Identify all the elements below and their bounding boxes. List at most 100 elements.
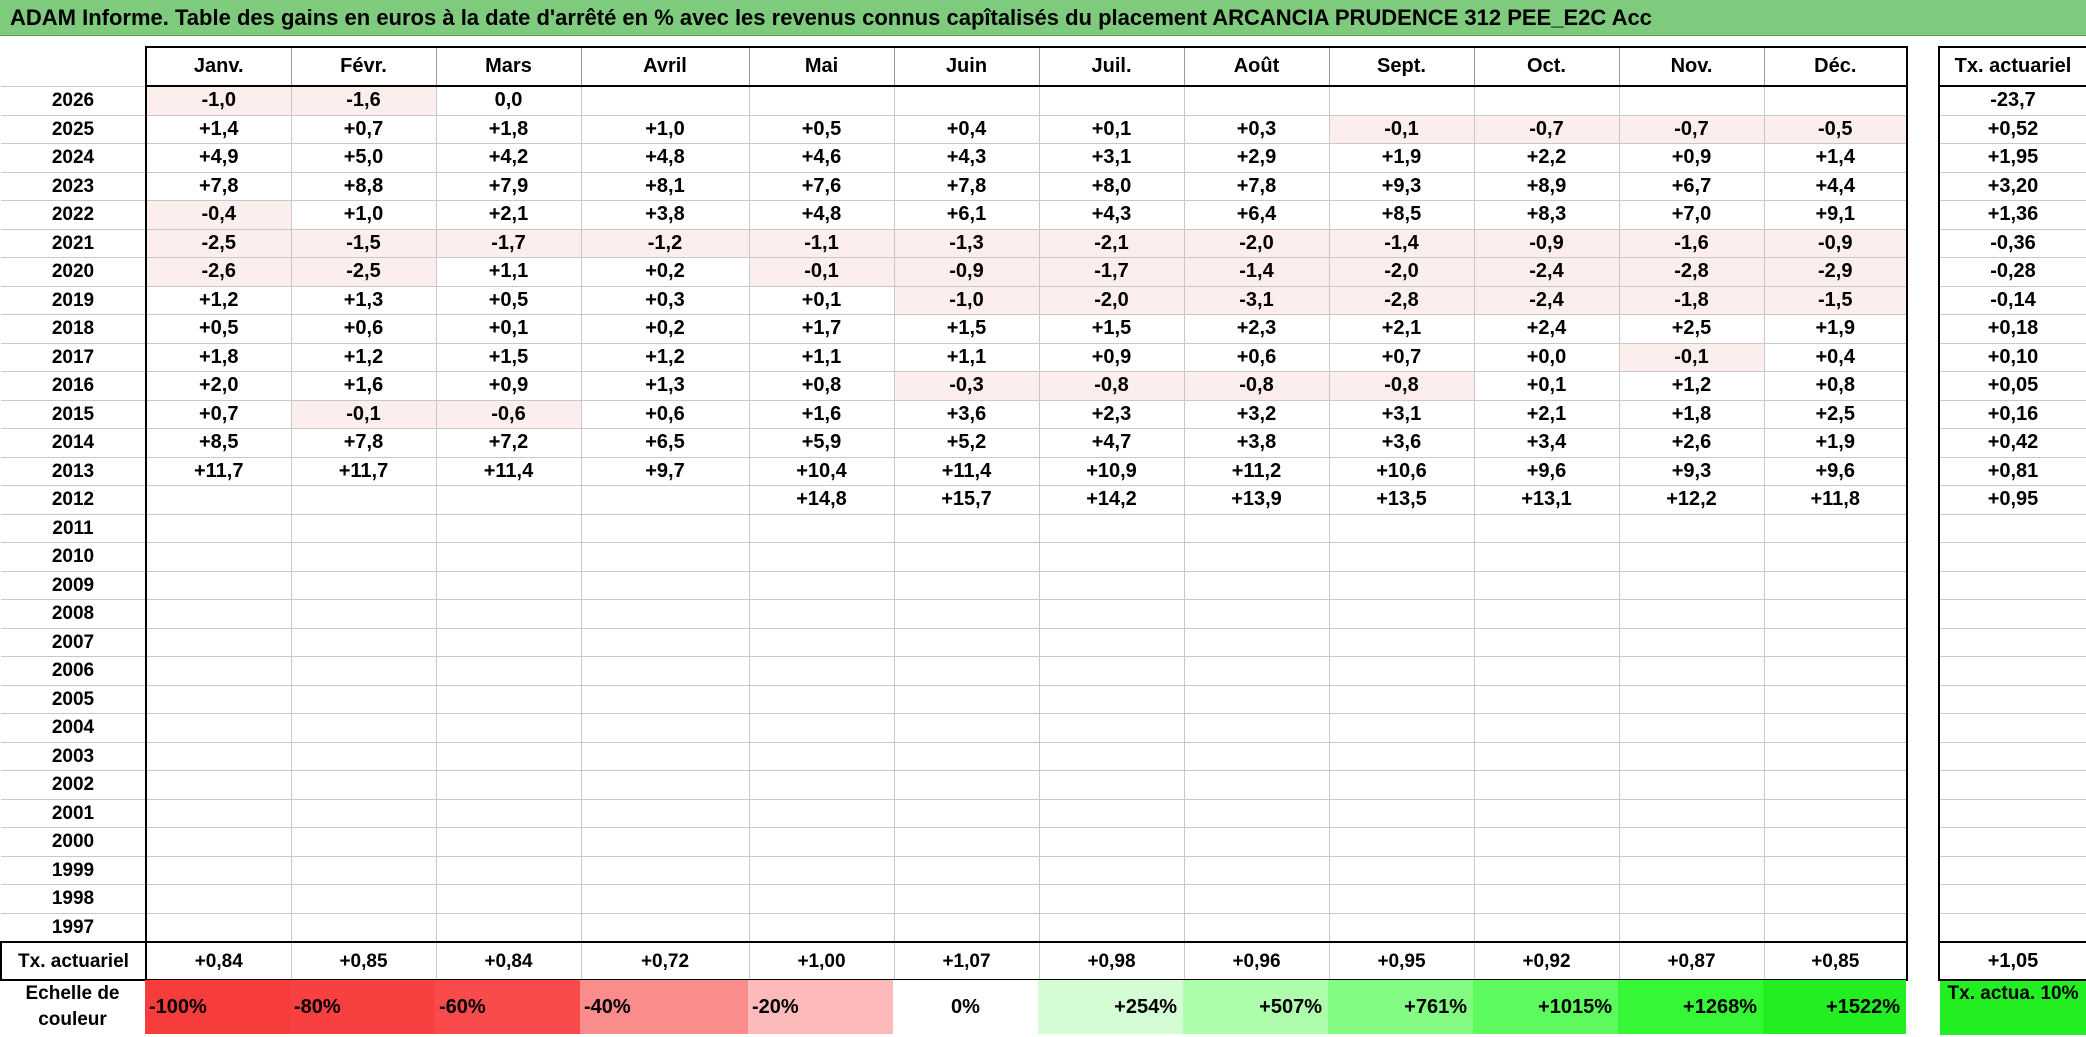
year-label: 1999 bbox=[1, 855, 147, 885]
legend-swatch: +1015% bbox=[1473, 980, 1618, 1034]
year-label: 2025 bbox=[1, 114, 147, 144]
gain-cell bbox=[748, 627, 895, 657]
gain-cell: +9,3 bbox=[1618, 456, 1765, 486]
gain-cell bbox=[435, 627, 582, 657]
gain-cell bbox=[580, 627, 750, 657]
gain-cell: +11,2 bbox=[1183, 456, 1330, 486]
gain-cell: +0,5 bbox=[748, 114, 895, 144]
total-row: Tx. actuariel +0,84 +0,85 +0,84 +0,72 +1,00 +1… bbox=[0, 941, 1908, 981]
color-scale-legend: Echelle de couleur -100% -80% -60% -40% -20% 0… bbox=[0, 980, 1906, 1034]
gain-cell bbox=[435, 570, 582, 600]
gain-cell: +1,3 bbox=[290, 285, 437, 315]
gain-cell bbox=[1473, 684, 1620, 714]
gain-cell: +8,8 bbox=[290, 171, 437, 201]
actuarial-rate-cell bbox=[1938, 656, 2086, 686]
gain-cell: +2,1 bbox=[1473, 399, 1620, 429]
actuarial-rate-cell bbox=[1938, 685, 2086, 714]
year-label: 2016 bbox=[1, 371, 147, 401]
legend-swatch: +761% bbox=[1328, 980, 1473, 1034]
gain-cell: +0,2 bbox=[580, 314, 750, 344]
gain-cell bbox=[580, 513, 750, 543]
gain-cell: +6,1 bbox=[893, 200, 1040, 230]
year-label: 1998 bbox=[1, 884, 147, 914]
table-row: 2022 -0,4 +1,0 +2,1 +3,8 +4,8 +6,1 +4,3 +6,4 +8,5… bbox=[1, 200, 1908, 230]
gain-cell bbox=[1473, 741, 1620, 771]
actuarial-rate-cell: +0,16 bbox=[1938, 400, 2086, 429]
gain-cell bbox=[1763, 684, 1908, 714]
gain-cell: -0,9 bbox=[1473, 228, 1620, 258]
gain-cell bbox=[1183, 713, 1330, 743]
gain-cell bbox=[893, 770, 1040, 800]
table-row: 2004 bbox=[1, 713, 1908, 743]
year-label: 2008 bbox=[1, 599, 147, 629]
gain-cell bbox=[435, 513, 582, 543]
gain-cell: +1,1 bbox=[435, 257, 582, 287]
month-header: Janv. bbox=[145, 46, 292, 87]
gain-cell: +1,0 bbox=[580, 114, 750, 144]
gain-cell bbox=[1183, 827, 1330, 857]
gain-cell bbox=[1328, 770, 1475, 800]
gain-cell: -1,5 bbox=[290, 228, 437, 258]
gain-cell: +4,8 bbox=[580, 143, 750, 173]
gain-cell bbox=[290, 884, 437, 914]
gain-cell: +11,4 bbox=[893, 456, 1040, 486]
gain-cell bbox=[1473, 798, 1620, 828]
table-row: 2020 -2,6 -2,5 +1,1 +0,2 -0,1 -0,9 -1,7 -1,4 -2,0… bbox=[1, 257, 1908, 287]
gain-cell bbox=[1763, 713, 1908, 743]
gain-cell bbox=[290, 770, 437, 800]
header-row: Janv. Févr. Mars Avril Mai Juin Juil. Août Sept.… bbox=[1, 46, 1908, 87]
year-label: 2020 bbox=[1, 257, 147, 287]
gain-cell: +3,1 bbox=[1328, 399, 1475, 429]
gain-cell: +1,0 bbox=[290, 200, 437, 230]
gain-cell bbox=[145, 684, 292, 714]
gain-cell bbox=[1038, 627, 1185, 657]
year-label: 2000 bbox=[1, 827, 147, 857]
gain-cell: -3,1 bbox=[1183, 285, 1330, 315]
gain-cell bbox=[893, 855, 1040, 885]
gain-cell bbox=[1763, 513, 1908, 543]
gain-cell: +0,9 bbox=[1618, 143, 1765, 173]
year-label: 2011 bbox=[1, 513, 147, 543]
gain-cell bbox=[580, 713, 750, 743]
gain-cell bbox=[435, 855, 582, 885]
gain-cell: +3,8 bbox=[1183, 428, 1330, 458]
gain-cell bbox=[145, 713, 292, 743]
gain-cell: +0,5 bbox=[145, 314, 292, 344]
year-label: 2001 bbox=[1, 798, 147, 828]
gain-cell bbox=[290, 656, 437, 686]
actuarial-rate-cell: -0,36 bbox=[1938, 229, 2086, 258]
gain-cell bbox=[748, 912, 895, 943]
gain-cell bbox=[1183, 884, 1330, 914]
actuarial-rate-cell bbox=[1938, 799, 2086, 828]
legend-swatch: 0% bbox=[893, 980, 1038, 1034]
gain-cell bbox=[145, 485, 292, 515]
total-cell: +0,96 bbox=[1183, 941, 1330, 981]
gain-cell: -0,1 bbox=[748, 257, 895, 287]
month-header: Août bbox=[1183, 46, 1330, 87]
gain-cell bbox=[893, 570, 1040, 600]
gain-cell bbox=[1183, 855, 1330, 885]
gain-cell bbox=[748, 599, 895, 629]
table-row: 2021 -2,5 -1,5 -1,7 -1,2 -1,1 -1,3 -2,1 -2,0 -1,4… bbox=[1, 228, 1908, 258]
year-label: 2003 bbox=[1, 741, 147, 771]
actuarial-rate-cell: +0,81 bbox=[1938, 457, 2086, 486]
gain-cell: +1,2 bbox=[1618, 371, 1765, 401]
gain-cell: +0,7 bbox=[145, 399, 292, 429]
gain-cell: +4,2 bbox=[435, 143, 582, 173]
gain-cell bbox=[1328, 656, 1475, 686]
table-row: 1999 bbox=[1, 855, 1908, 885]
year-label: 2007 bbox=[1, 627, 147, 657]
gain-cell bbox=[1328, 570, 1475, 600]
side-header: Tx. actuariel bbox=[1938, 46, 2086, 87]
gain-cell bbox=[1618, 599, 1765, 629]
actuarial-rate-cell: +0,10 bbox=[1938, 343, 2086, 372]
gain-cell: +0,8 bbox=[1763, 371, 1908, 401]
table-row: 2026 -1,0 -1,6 0,0 bbox=[1, 85, 1908, 116]
gain-cell: -2,4 bbox=[1473, 257, 1620, 287]
gain-cell: -0,1 bbox=[1618, 342, 1765, 372]
gain-cell bbox=[580, 912, 750, 943]
gain-cell bbox=[1183, 542, 1330, 572]
gain-cell bbox=[1618, 884, 1765, 914]
gain-cell: -1,7 bbox=[435, 228, 582, 258]
gain-cell: +2,2 bbox=[1473, 143, 1620, 173]
